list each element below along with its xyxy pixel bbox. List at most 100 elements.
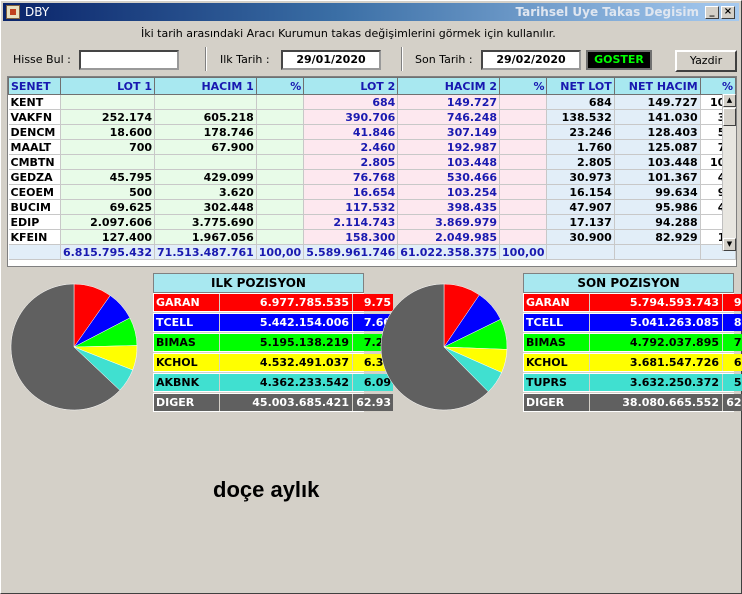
info-text: İki tarih arasındaki Aracı Kurumun takas… [141,27,556,40]
son-tarih-input[interactable]: 29/02/2020 [481,50,581,70]
table-cell: 30.900 [546,229,615,245]
takas-table[interactable]: SENET LOT 1 HACIM 1% LOT 2 HACIM 2% NET LOT NE… [7,76,737,267]
pozisyon-row: DIGER 45.003.685.421 62.93 [153,393,393,412]
table-row[interactable]: CEOEM5003.62016.654103.25416.15499.63496 [8,184,736,200]
table-row[interactable]: CMBTN2.805103.4482.805103.448100 [8,154,736,170]
pozisyon-name: DIGER [524,394,589,411]
minimize-icon[interactable]: _ [705,6,719,19]
table-cell: DENCM [8,124,61,140]
table-cell [499,109,548,125]
scroll-thumb[interactable] [723,108,736,126]
table-cell [499,184,548,200]
table-cell: 101.367 [614,169,701,185]
column-header[interactable]: HACIM 2 [397,77,501,95]
scroll-down-icon[interactable]: ▼ [723,238,736,251]
table-cell: 149.727 [397,94,501,110]
table-cell: 128.403 [614,124,701,140]
table-cell: 125.087 [614,139,701,155]
table-cell [256,229,305,245]
column-header[interactable]: % [255,77,305,95]
table-row[interactable]: KENT684149.727684149.727100 [8,94,736,110]
table-cell: 398.435 [397,199,501,215]
ilk-tarih-label: Ilk Tarih : [220,53,270,66]
table-cell: 2.460 [303,139,399,155]
column-header[interactable]: SENET [8,77,61,95]
table-row[interactable]: GEDZA 45.795 429.099 76.768 530.466 30.973 101… [8,169,736,185]
scroll-up-icon[interactable]: ▲ [723,94,736,107]
table-cell: MAALT [8,139,61,155]
table-row[interactable]: VAKFN 252.174 605.218 390.706 746.248 138.532… [8,109,736,125]
table-cell [256,139,305,155]
pozisyon-name: DIGER [154,394,219,411]
app-icon [6,5,20,19]
total-cell [614,244,701,260]
table-cell [256,169,305,185]
table-cell [154,154,257,170]
column-header[interactable]: NET HACIM [613,77,701,95]
column-header[interactable]: HACIM 1 [154,77,257,95]
column-header[interactable]: LOT 1 [59,77,156,95]
table-cell: 2.805 [303,154,399,170]
table-row[interactable]: DENCM 18.600 178.746 41.846 307.149 23.246 128… [8,124,736,140]
table-cell: 99.634 [614,184,701,200]
table-cell: 429.099 [154,169,257,185]
son-tarih-label: Son Tarih : [415,53,473,66]
ilk-tarih-input[interactable]: 29/01/2020 [281,50,381,70]
table-row[interactable]: KFEIN 127.400 1.967.056 158.300 2.049.985 30.… [8,229,736,245]
total-cell: 71.513.487.761 [154,244,257,260]
table-cell [256,124,305,140]
table-cell: 95.986 [614,199,701,215]
table-cell: 41.846 [303,124,399,140]
table-row[interactable]: EDIP 2.097.606 3.775.690 2.114.743 3.869.979… [8,214,736,230]
pozisyon-value: 4.792.037.895 [590,334,722,351]
yazdir-button[interactable]: Yazdir [675,50,737,72]
pozisyon-name: BIMAS [154,334,219,351]
pozisyon-row: GARAN 6.977.785.535 9.75 [153,293,393,312]
total-cell [8,244,61,260]
toolbar-separator [401,47,403,71]
table-cell: 94.288 [614,214,701,230]
column-header[interactable]: % [499,77,548,95]
table-cell: 138.532 [546,109,615,125]
column-header[interactable]: NET LOT [546,77,615,95]
table-cell: 141.030 [614,109,701,125]
column-header[interactable]: LOT 2 [303,77,399,95]
table-cell: 684 [303,94,399,110]
table-cell: 16.654 [303,184,399,200]
pozisyon-value: 6.977.785.535 [220,294,352,311]
app-window: DBY Tarihsel Uye Takas Degisim _ × İki t… [0,0,742,594]
table-cell [499,199,548,215]
table-cell [60,154,156,170]
pozisyon-value: 5.442.154.006 [220,314,352,331]
close-icon[interactable]: × [721,6,735,19]
title-bar[interactable]: DBY Tarihsel Uye Takas Degisim _ × [3,3,739,21]
table-cell: 103.448 [397,154,501,170]
table-cell: 103.254 [397,184,501,200]
pozisyon-name: GARAN [524,294,589,311]
table-cell [256,214,305,230]
hisse-search-input[interactable] [79,50,179,70]
window-hint: Tarihsel Uye Takas Degisim [515,5,699,19]
column-header[interactable]: % [699,77,736,95]
window-title: DBY [25,5,50,19]
table-cell: CMBTN [8,154,61,170]
table-scrollbar[interactable]: ▲ ▼ [722,94,736,251]
table-cell: 103.448 [614,154,701,170]
table-cell: 18.600 [60,124,156,140]
table-cell [499,139,548,155]
ilk-pozisyon-header: ILK POZISYON [153,273,364,293]
goster-button[interactable]: GOSTER [586,50,652,70]
table-cell [499,229,548,245]
table-row[interactable]: MAALT70067.9002.460192.9871.760125.08771 [8,139,736,155]
pozisyon-name: KCHOL [154,354,219,371]
table-cell [499,169,548,185]
pozisyon-pct: 9.49 [723,294,742,311]
table-cell: 500 [60,184,156,200]
pozisyon-row: TCELL5.041.263.0858.26 [523,313,742,332]
table-cell: 158.300 [303,229,399,245]
pozisyon-row: KCHOL3.681.547.7266.03 [523,353,742,372]
pozisyon-row: KCHOL 4.532.491.037 6.33 [153,353,393,372]
table-row[interactable]: BUCIM 69.625 302.448 117.532 398.435 47.907 95… [8,199,736,215]
total-cell: 6.815.795.432 [60,244,156,260]
pozisyon-row: GARAN5.794.593.7439.49 [523,293,742,312]
